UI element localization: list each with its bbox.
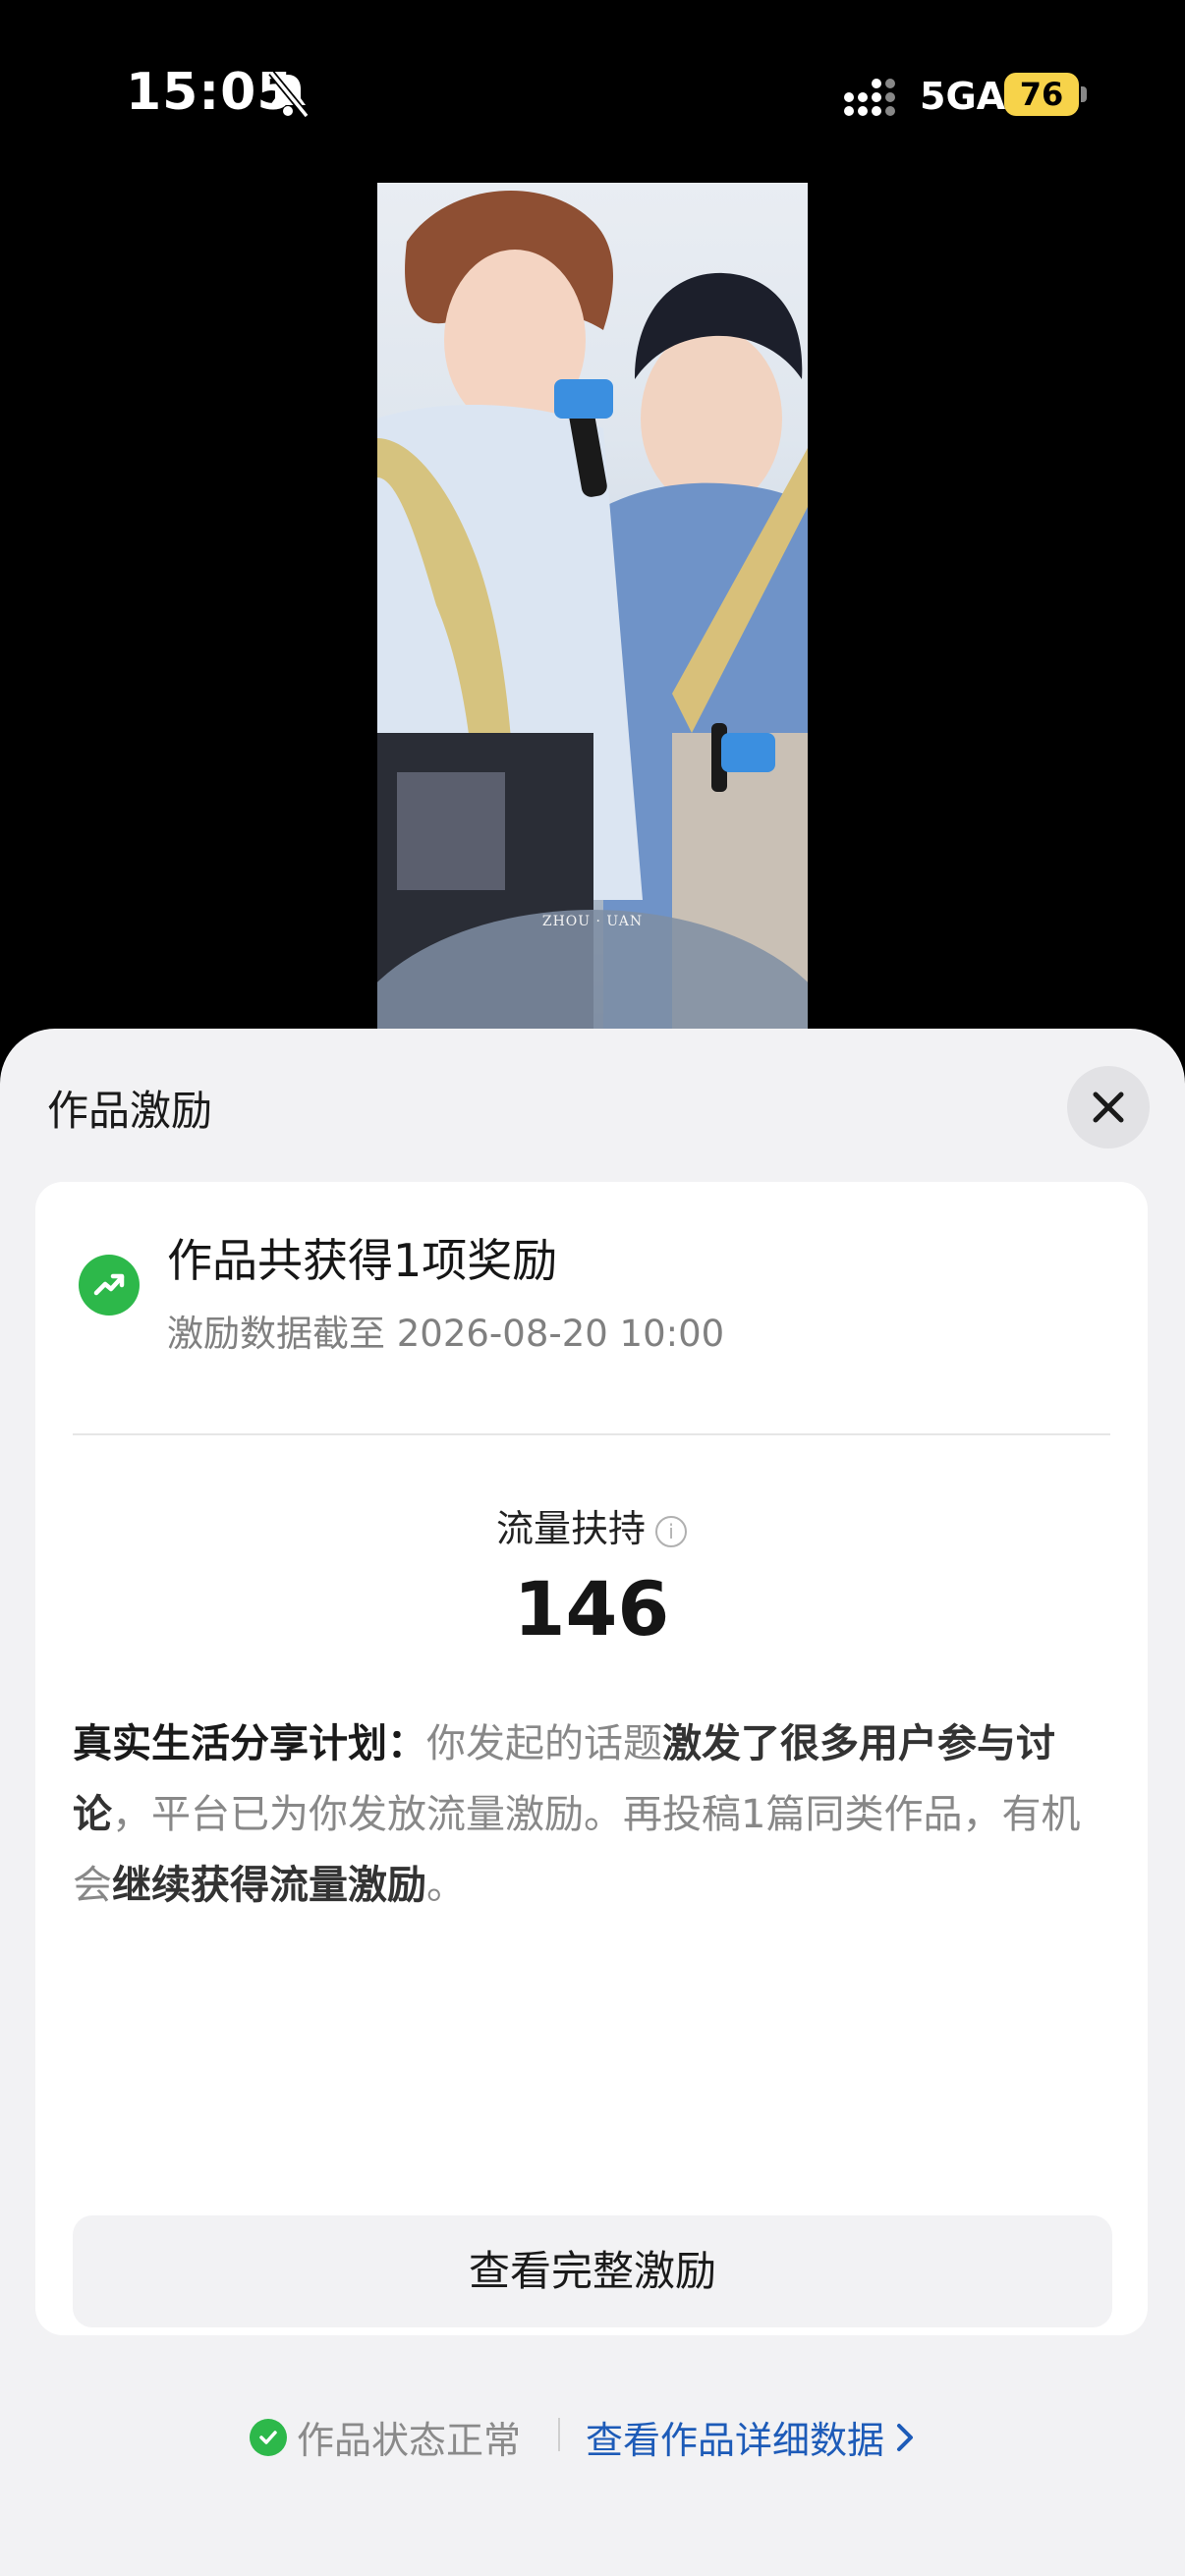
desc-text-1: 你发起的话题 xyxy=(426,1721,662,1766)
desc-highlight-2: 继续获得流量激励 xyxy=(112,1863,426,1908)
view-detail-data-link[interactable]: 查看作品详细数据 xyxy=(586,2410,918,2464)
trend-up-icon xyxy=(79,1255,140,1316)
work-status: 作品状态正常 xyxy=(250,2410,521,2464)
info-icon[interactable]: i xyxy=(655,1515,687,1547)
incentive-sheet: 作品激励 作品共获得1项奖励 激励数据截至 2026-08-20 10:00 流… xyxy=(0,1029,1185,2576)
close-icon xyxy=(1093,1092,1124,1123)
footer-separator xyxy=(558,2418,560,2451)
check-circle-icon xyxy=(250,2418,287,2456)
video-watermark: ZHOU · UAN xyxy=(541,914,644,929)
reward-data-timestamp: 激励数据截至 2026-08-20 10:00 xyxy=(167,1313,725,1355)
desc-text-3: 。 xyxy=(426,1863,466,1908)
video-photo xyxy=(377,190,808,1030)
sheet-title: 作品激励 xyxy=(47,1087,213,1135)
video-preview[interactable]: ZHOU · UAN xyxy=(377,183,808,1030)
metric-label: 流量扶持 i xyxy=(35,1498,1148,1552)
battery-cap xyxy=(1081,86,1087,102)
signal-icon xyxy=(844,79,895,116)
status-bar: 15:05 5GA 76 xyxy=(0,0,1185,196)
plan-name: 真实生活分享计划： xyxy=(73,1721,426,1766)
battery-indicator: 76 xyxy=(1004,73,1079,116)
metric-label-text: 流量扶持 xyxy=(495,1507,646,1550)
incentive-card: 作品共获得1项奖励 激励数据截至 2026-08-20 10:00 流量扶持 i … xyxy=(35,1182,1148,2335)
work-status-text: 作品状态正常 xyxy=(297,2419,522,2462)
metric-value: 146 xyxy=(513,1565,670,1652)
bell-muted-icon xyxy=(268,70,310,119)
close-button[interactable] xyxy=(1067,1066,1150,1148)
footer: 作品状态正常 查看作品详细数据 xyxy=(0,2404,1185,2473)
network-type: 5GA xyxy=(920,75,1006,118)
view-full-incentive-button[interactable]: 查看完整激励 xyxy=(73,2215,1112,2327)
view-detail-data-text: 查看作品详细数据 xyxy=(586,2419,885,2462)
incentive-description: 真实生活分享计划：你发起的话题激发了很多用户参与讨论，平台已为你发放流量激励。再… xyxy=(73,1708,1114,1921)
reward-summary-title: 作品共获得1项奖励 xyxy=(167,1234,558,1287)
chevron-right-icon xyxy=(897,2423,914,2451)
divider xyxy=(73,1433,1110,1435)
